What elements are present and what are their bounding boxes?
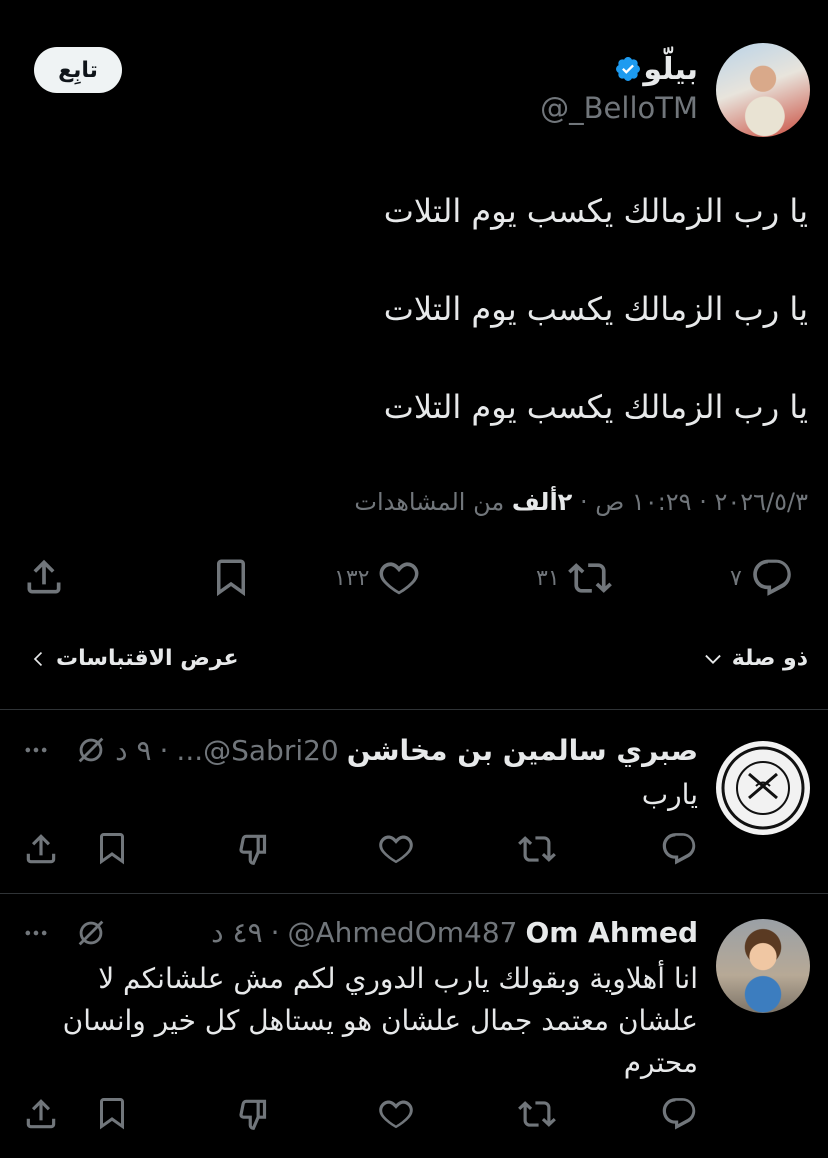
retweet-count: ٣١ [536,565,560,591]
reply-action[interactable]: ٧ [730,556,794,600]
heart-icon [377,556,421,600]
view-quotes-link[interactable]: عرض الاقتباسات [28,646,239,671]
reply-author-name[interactable]: صبري سالمين بن مخاشن [347,734,698,767]
meta-separator: · [270,916,280,949]
reply-avatar[interactable] [716,741,810,835]
reply-time[interactable]: ٤٩ د [211,916,262,949]
tweet-text-line-1: يا رب الزمالك يكسب يوم التلات [383,192,808,230]
tweet-text-line-2: يا رب الزمالك يكسب يوم التلات [383,290,808,328]
more-icon[interactable] [20,736,52,764]
reply-header: Om Ahmed @AhmedOm487 · ٤٩ د [211,916,698,949]
reply-icon[interactable] [660,1095,698,1133]
reply-author-handle[interactable]: ...@Sabri20 [176,734,338,767]
sort-relevant[interactable]: ذو صلة [702,646,808,671]
follow-button[interactable]: تابِع [34,47,122,93]
grok-icon[interactable] [74,916,108,950]
share-action[interactable] [22,555,66,599]
reply-text-line: محترم [623,1046,698,1079]
bookmark-icon[interactable] [94,1095,130,1131]
reply-text: يارب [641,778,698,811]
share-icon[interactable] [22,830,60,868]
reply-count: ٧ [730,565,742,591]
author-name[interactable]: بيلّو [643,52,698,87]
divider [0,709,828,710]
author-handle[interactable]: @_BelloTM [540,91,698,125]
sort-relevant-label: ذو صلة [731,646,808,671]
retweet-icon [567,556,612,600]
dislike-icon[interactable] [236,1095,274,1133]
share-icon[interactable] [22,1095,60,1133]
bookmark-icon[interactable] [94,830,130,866]
view-quotes-label: عرض الاقتباسات [56,646,239,671]
meta-separator: · [579,488,588,516]
more-icon[interactable] [20,919,52,947]
like-count: ١٣٢ [334,565,370,591]
bookmark-action[interactable] [210,556,252,598]
tweet-text-line-3: يا رب الزمالك يكسب يوم التلات [383,388,808,426]
reply-author-handle[interactable]: @AhmedOm487 [288,916,518,949]
reply-time[interactable]: ٩ د [115,734,151,767]
bookmark-icon [210,556,252,598]
reply-header: صبري سالمين بن مخاشن ...@Sabri20 · ٩ د [115,734,698,767]
grok-icon[interactable] [74,733,108,767]
divider [0,893,828,894]
reply-text: انا أهلاوية وبقولك يارب الدوري لكم مش عل… [28,958,698,1084]
share-icon [22,555,66,599]
views-label: من المشاهدات [354,488,505,516]
reply-icon[interactable] [660,830,698,868]
retweet-icon[interactable] [518,1095,556,1133]
reply-text-line: انا أهلاوية وبقولك يارب الدوري لكم مش عل… [98,962,698,995]
tweet-date[interactable]: ٢٠٢٦/٥/٣ [714,488,808,516]
chevron-down-icon [702,648,724,670]
author-avatar[interactable] [716,43,810,137]
dislike-icon[interactable] [236,830,274,868]
retweet-action[interactable]: ٣١ [536,556,612,600]
reply-author-name[interactable]: Om Ahmed [525,916,698,949]
meta-separator: · [699,488,707,516]
tweet-meta: ٢٠٢٦/٥/٣ · ١٠:٢٩ ص · ٢ألف من المشاهدات [354,488,808,516]
verified-badge-icon [614,55,642,83]
retweet-icon[interactable] [518,830,556,868]
tweet-time[interactable]: ١٠:٢٩ ص [595,488,691,516]
reply-icon [750,556,794,600]
reply-text-line: علشان معتمد جمال علشان هو يستاهل كل خير … [62,1004,698,1037]
heart-icon[interactable] [377,830,415,868]
views-count: ٢ألف [511,488,573,516]
chevron-left-icon [28,649,48,669]
heart-icon[interactable] [377,1095,415,1133]
meta-separator: · [159,734,169,767]
reply-avatar[interactable] [716,919,810,1013]
like-action[interactable]: ١٣٢ [334,556,421,600]
